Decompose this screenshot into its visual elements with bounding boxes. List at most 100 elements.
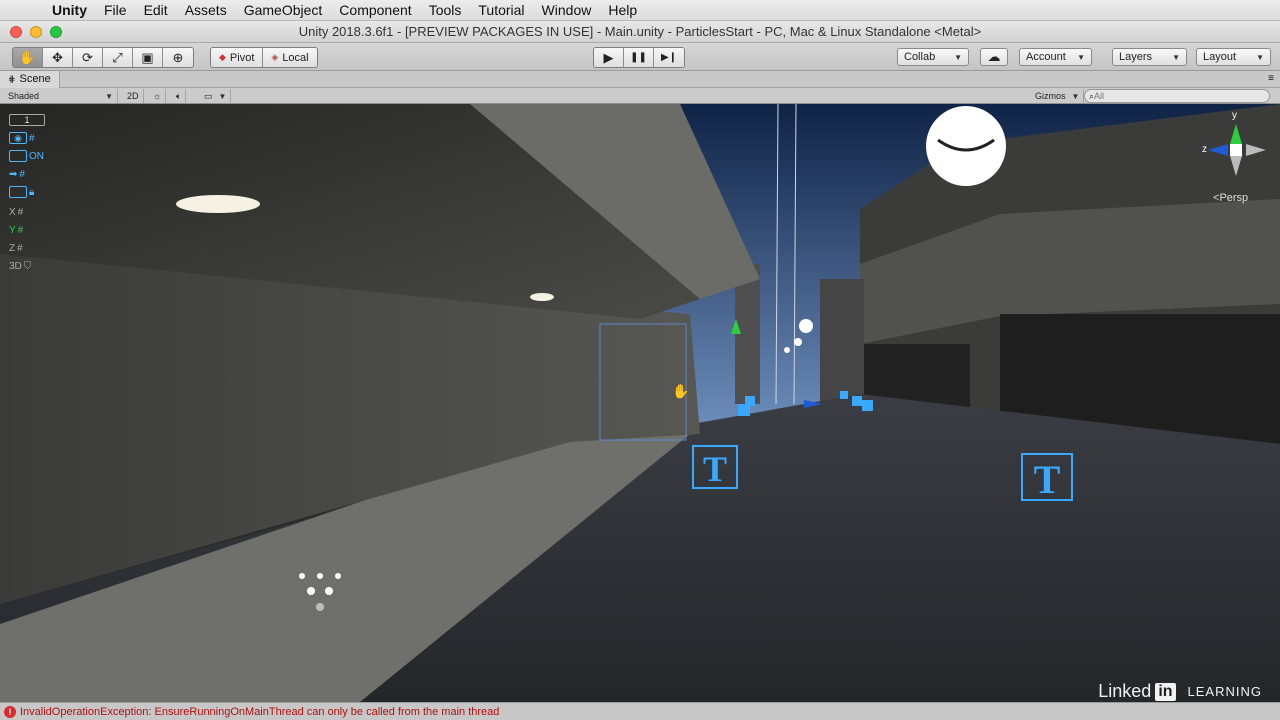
hand-tool-button[interactable]: ✋: [13, 48, 43, 67]
menu-tools[interactable]: Tools: [429, 2, 462, 18]
mac-menubar: Unity File Edit Assets GameObject Compon…: [0, 0, 1280, 21]
menu-assets[interactable]: Assets: [185, 2, 227, 18]
shading-mode-dropdown[interactable]: Shaded ▼: [4, 89, 118, 103]
sun-gizmo: [926, 106, 1006, 186]
overlay-z[interactable]: Z #: [9, 241, 47, 255]
image-icon: ▭: [204, 90, 213, 101]
layers-label: Layers: [1119, 51, 1153, 63]
arrow-right-icon: ➡: [9, 168, 18, 180]
local-toggle[interactable]: ◈ Local: [263, 48, 317, 67]
chevron-down-icon: ▼: [954, 52, 962, 62]
overlay-arrow[interactable]: ➡ #: [9, 167, 47, 181]
scene-render[interactable]: T T ✋: [0, 104, 1280, 702]
rect-icon: ▣: [141, 49, 154, 65]
menu-file[interactable]: File: [104, 2, 127, 18]
toggle-box: [9, 150, 27, 162]
grid-icon: #: [19, 168, 25, 180]
layout-label: Layout: [1203, 51, 1237, 63]
move-tool-button[interactable]: ✥: [43, 48, 73, 67]
svg-text:T: T: [1034, 457, 1061, 502]
pivot-toggle[interactable]: ◆ Pivot: [211, 48, 264, 67]
shield-icon: ⛉: [23, 260, 32, 272]
overlay-3d[interactable]: 3D ⛉: [9, 259, 47, 273]
menu-unity[interactable]: Unity: [52, 2, 87, 18]
close-window-button[interactable]: [10, 26, 22, 38]
overlay-counter[interactable]: 1: [9, 113, 47, 127]
menu-gameobject[interactable]: GameObject: [244, 2, 323, 18]
2d-toggle[interactable]: 2D: [123, 89, 144, 103]
menu-edit[interactable]: Edit: [144, 2, 168, 18]
eye-icon: ◉: [9, 132, 27, 144]
pause-icon: ❚❚: [630, 52, 647, 63]
scene-viewport[interactable]: T T ✋ y z 1 ◉ # ON ➡ # 🔒︎ X # Y # Z # 3D…: [0, 104, 1280, 702]
window-titlebar: Unity 2018.3.6f1 - [PREVIEW PACKAGES IN …: [0, 21, 1280, 43]
lighting-toggle[interactable]: ☼: [149, 89, 167, 103]
effects-dropdown[interactable]: ▭ ▼: [200, 89, 232, 103]
console-status-bar[interactable]: ! InvalidOperationException: EnsureRunni…: [0, 702, 1280, 720]
cloud-icon: ☁: [987, 49, 1001, 64]
account-dropdown[interactable]: Account ▼: [1019, 48, 1092, 66]
scale-tool-button[interactable]: ⤢: [103, 48, 133, 67]
transform-tool-button[interactable]: ⊕: [163, 48, 193, 67]
step-button[interactable]: ▶❙: [654, 48, 684, 67]
layers-dropdown[interactable]: Layers ▼: [1112, 48, 1187, 66]
persp-toggle[interactable]: <Persp: [1213, 192, 1248, 204]
layout-dropdown[interactable]: Layout ▼: [1196, 48, 1271, 66]
gizmos-label: Gizmos: [1035, 91, 1066, 101]
menu-window[interactable]: Window: [542, 2, 592, 18]
ceiling-light: [176, 195, 260, 213]
overlay-visibility[interactable]: ◉ #: [9, 131, 47, 145]
play-button[interactable]: ▶: [594, 48, 624, 67]
collab-label: Collab: [904, 51, 936, 63]
pause-button[interactable]: ❚❚: [624, 48, 654, 67]
svg-text:T: T: [703, 449, 727, 489]
scene-grid-icon: ⋕: [8, 73, 16, 84]
watermark-in: in: [1155, 682, 1176, 701]
gizmos-dropdown[interactable]: Gizmos ▼: [1031, 89, 1085, 103]
transform-tool-group: ✋ ✥ ⟳ ⤢ ▣ ⊕: [12, 47, 194, 68]
overlay-x[interactable]: X #: [9, 205, 47, 219]
chevron-down-icon: ▼: [1172, 52, 1180, 62]
gizmo-y-label: y: [1232, 110, 1237, 121]
local-icon: ◈: [271, 52, 279, 62]
scene-tab-bar: ⋕ Scene ≡: [0, 70, 1280, 88]
chevron-down-icon: ▼: [105, 91, 113, 101]
overlay-lock[interactable]: 🔒︎: [9, 185, 47, 199]
tab-scene-label: Scene: [19, 73, 51, 85]
gizmo-z-label: z: [1202, 144, 1207, 155]
scene-search-input[interactable]: ⌕ All: [1084, 89, 1270, 103]
overlay-on-toggle[interactable]: ON: [9, 149, 47, 163]
menu-component[interactable]: Component: [339, 2, 411, 18]
grid-icon: #: [17, 206, 24, 218]
overlay-count: 1: [9, 114, 45, 126]
chevron-down-icon: ▼: [1071, 91, 1080, 101]
overlay-y[interactable]: Y #: [9, 223, 47, 237]
audio-toggle[interactable]: 🔈︎: [172, 89, 187, 103]
pivot-local-group: ◆ Pivot ◈ Local: [210, 47, 318, 68]
tab-scene[interactable]: ⋕ Scene: [0, 70, 60, 88]
grid-icon: #: [17, 242, 23, 254]
zoom-window-button[interactable]: [50, 26, 62, 38]
window-title: Unity 2018.3.6f1 - [PREVIEW PACKAGES IN …: [298, 24, 982, 39]
rect-tool-button[interactable]: ▣: [133, 48, 163, 67]
transform-icon: ⊕: [172, 49, 184, 65]
account-label: Account: [1026, 51, 1066, 63]
cloud-button[interactable]: ☁: [980, 48, 1008, 66]
chevron-down-icon: ▼: [1077, 52, 1085, 62]
collab-dropdown[interactable]: Collab ▼: [897, 48, 969, 66]
lock-icon: 🔒︎: [29, 186, 35, 198]
rotate-tool-button[interactable]: ⟳: [73, 48, 103, 67]
rotate-icon: ⟳: [82, 49, 93, 65]
move-icon: ✥: [52, 49, 63, 65]
menu-help[interactable]: Help: [608, 2, 637, 18]
panel-menu-icon[interactable]: ≡: [1268, 73, 1274, 84]
overlay-x-label: X: [9, 206, 16, 218]
overlay-3d-label: 3D: [9, 260, 22, 272]
menu-tutorial[interactable]: Tutorial: [478, 2, 524, 18]
2d-label: 2D: [127, 91, 139, 101]
minimize-window-button[interactable]: [30, 26, 42, 38]
error-icon: !: [4, 705, 16, 718]
main-toolbar: ✋ ✥ ⟳ ⤢ ▣ ⊕ ◆ Pivot ◈ Local ▶ ❚❚ ▶❙ Coll…: [0, 43, 1280, 71]
distant-tower: [820, 279, 864, 409]
local-label: Local: [282, 51, 309, 64]
